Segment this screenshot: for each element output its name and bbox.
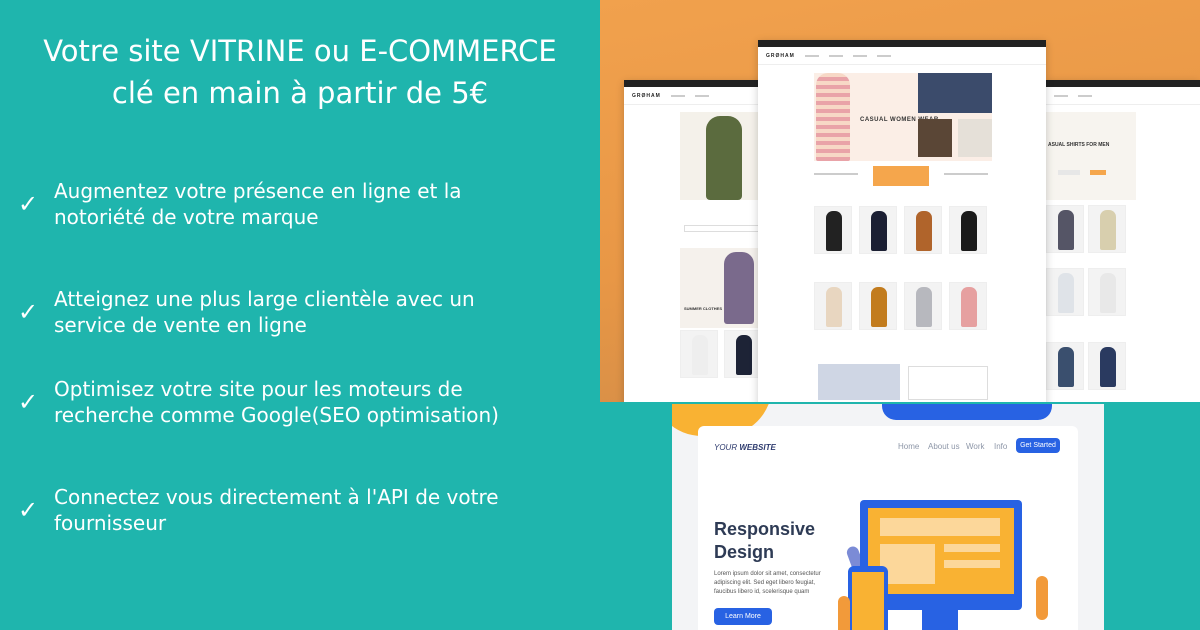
benefit-text: fournisseur: [54, 511, 167, 535]
hero-text: Lorem ipsum dolor sit amet, consectetur …: [714, 571, 821, 595]
hero-image: CASUAL WOMEN WEAR: [814, 73, 992, 161]
benefit-text: Atteignez une plus large clientèle avec …: [54, 287, 475, 311]
benefit-text: recherche comme Google(SEO optimisation): [54, 403, 499, 427]
nav-about[interactable]: About us: [928, 442, 960, 451]
person-illustration: [1036, 576, 1048, 620]
check-icon: ✓: [18, 496, 39, 524]
benefit-item: ✓ Optimisez votre site pour les moteurs …: [18, 376, 588, 428]
headline-line-1: Votre site VITRINE ou E-COMMERCE: [43, 34, 557, 68]
headline-line-2: clé en main à partir de 5€: [111, 76, 489, 110]
benefit-text: Optimisez votre site pour les moteurs de: [54, 377, 463, 401]
hero-title: Responsive Design: [714, 519, 816, 562]
learn-more-button[interactable]: Learn More: [714, 608, 772, 625]
benefit-item: ✓ Atteignez une plus large clientèle ave…: [18, 286, 588, 338]
benefit-item: ✓ Augmentez votre présence en ligne et l…: [18, 178, 588, 230]
shop-page-left: GRØHAM SUMMER CLOTHES: [624, 80, 774, 402]
benefit-text: Augmentez votre présence en ligne et la: [54, 179, 462, 203]
shop-logo: GRØHAM: [766, 52, 795, 59]
hero-image: ASUAL SHIRTS FOR MEN: [1046, 112, 1136, 200]
benefit-text: Connectez vous directement à l'API de vo…: [54, 485, 499, 509]
nav-work[interactable]: Work: [966, 442, 985, 451]
shop-page-center: GRØHAM CASUAL WOMEN WEAR: [758, 40, 1046, 402]
person-illustration: [838, 596, 850, 630]
brand-logo: YOUR WEBSITE: [714, 443, 776, 452]
check-icon: ✓: [18, 190, 39, 218]
shop-logo: GRØHAM: [632, 92, 661, 99]
responsive-design-preview: YOUR WEBSITE Home About us Work Info Get…: [672, 404, 1104, 630]
hero-image: [680, 112, 770, 200]
ecommerce-preview: GRØHAM SUMMER CLOTHES ASUAL SHIRTS FOR M…: [600, 0, 1200, 402]
benefit-text: service de vente en ligne: [54, 313, 307, 337]
promo-caption: SUMMER CLOTHES: [684, 306, 722, 311]
benefit-item: ✓ Connectez vous directement à l'API de …: [18, 484, 588, 536]
promo-image: SUMMER CLOTHES: [680, 248, 770, 328]
hero-caption: ASUAL SHIRTS FOR MEN: [1048, 142, 1110, 148]
get-started-button[interactable]: Get Started: [1016, 438, 1060, 453]
benefit-text: notoriété de votre marque: [54, 205, 319, 229]
check-icon: ✓: [18, 298, 39, 326]
shop-page-right: ASUAL SHIRTS FOR MEN: [1046, 80, 1200, 402]
headline: Votre site VITRINE ou E-COMMERCE clé en …: [0, 30, 600, 114]
website-mockup: YOUR WEBSITE Home About us Work Info Get…: [698, 426, 1078, 630]
nav-home[interactable]: Home: [898, 442, 919, 451]
nav-info[interactable]: Info: [994, 442, 1007, 451]
check-icon: ✓: [18, 388, 39, 416]
phone-illustration: [848, 566, 888, 630]
